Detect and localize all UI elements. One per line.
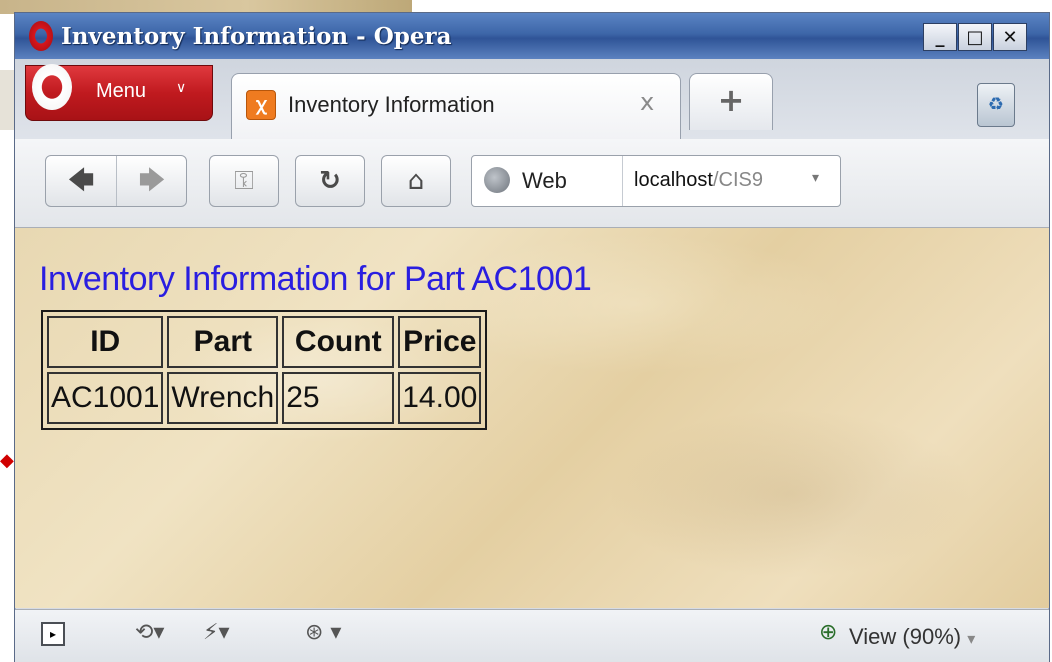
column-header-id: ID: [47, 316, 164, 368]
table-row: AC1001 Wrench 25 14.00: [47, 372, 482, 424]
cell-price: 14.00: [398, 372, 482, 424]
opera-o-icon: [32, 64, 72, 110]
url-path: /CIS9: [712, 169, 763, 191]
speed-dial-icon[interactable]: ⊛ ▾: [305, 620, 341, 645]
key-group: ⚿: [209, 155, 279, 207]
xampp-favicon-icon: ꭓ: [246, 90, 276, 120]
page-content: Inventory Information for Part AC1001 ID…: [15, 228, 1049, 608]
browser-window: Inventory Information - Opera _ □ ✕ Menu…: [14, 12, 1050, 662]
search-engine-label[interactable]: Web: [522, 168, 567, 194]
address-dropdown-icon[interactable]: ▾: [812, 170, 819, 186]
close-tab-icon[interactable]: x: [640, 88, 654, 116]
column-header-count: Count: [282, 316, 395, 368]
globe-icon: [484, 167, 510, 193]
url-host: localhost: [634, 169, 713, 191]
inventory-table: ID Part Count Price AC1001 Wrench 25 14.…: [41, 310, 488, 430]
tab-inventory-information[interactable]: ꭓ Inventory Information x: [231, 73, 681, 140]
cell-id: AC1001: [47, 372, 164, 424]
opera-menu-button[interactable]: Menu ∨: [25, 64, 213, 121]
trash-can-icon[interactable]: ♻: [977, 83, 1015, 127]
cell-count: 25: [282, 372, 395, 424]
chevron-down-icon: ▾: [967, 631, 976, 648]
minimize-button[interactable]: _: [923, 23, 957, 51]
home-group: ⌂: [381, 155, 451, 207]
zoom-icon: ⊕: [819, 620, 838, 645]
key-icon[interactable]: ⚿: [210, 156, 278, 206]
navigation-bar: 🡄 🡆 ⚿ ↻ ⌂ Web localhost/CIS9 ▾: [15, 139, 1049, 228]
title-bar: Inventory Information - Opera _ □ ✕: [15, 13, 1049, 59]
chevron-down-icon: ∨: [176, 80, 187, 96]
forward-button[interactable]: 🡆: [117, 156, 187, 206]
tab-title: Inventory Information: [288, 92, 495, 117]
tab-bar: Menu ∨ ꭓ Inventory Information x + ♻: [15, 59, 1049, 140]
home-button[interactable]: ⌂: [382, 156, 450, 206]
maximize-button[interactable]: □: [958, 23, 992, 51]
back-button[interactable]: 🡄: [46, 156, 116, 206]
turbo-icon[interactable]: ⚡▾: [203, 620, 230, 645]
close-window-button[interactable]: ✕: [993, 23, 1027, 51]
url-field[interactable]: localhost/CIS9: [634, 169, 763, 192]
background-arrow-icon: ◆: [0, 450, 14, 471]
table-header-row: ID Part Count Price: [47, 316, 482, 368]
sync-icon[interactable]: ⟲▾: [135, 620, 164, 645]
cell-part: Wrench: [167, 372, 279, 424]
view-zoom-button[interactable]: View (90%) ▾: [849, 624, 975, 650]
divider: [622, 156, 623, 206]
column-header-price: Price: [398, 316, 482, 368]
reload-group: ↻: [295, 155, 365, 207]
window-title: Inventory Information - Opera: [61, 23, 452, 50]
column-header-part: Part: [167, 316, 279, 368]
new-tab-button[interactable]: +: [689, 73, 773, 130]
reload-button[interactable]: ↻: [296, 156, 364, 206]
address-bar[interactable]: Web localhost/CIS9 ▾: [471, 155, 841, 207]
view-zoom-label: View (90%): [849, 624, 962, 649]
page-heading: Inventory Information for Part AC1001: [39, 260, 592, 298]
menu-label: Menu: [96, 80, 147, 102]
back-forward-group: 🡄 🡆: [45, 155, 187, 207]
panel-toggle-icon[interactable]: ▸: [41, 622, 65, 646]
opera-logo-icon: [29, 21, 53, 51]
status-bar: ▸ ⟲▾ ⚡▾ ⊛ ▾ ⊕ View (90%) ▾: [15, 609, 1049, 662]
